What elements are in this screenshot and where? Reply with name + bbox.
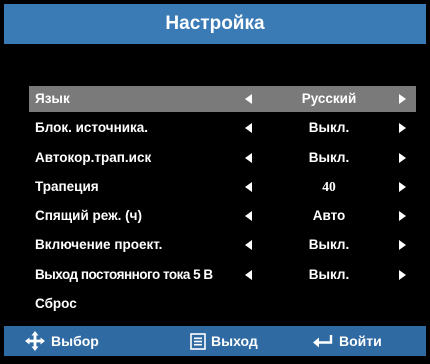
menu-item-keystone[interactable]: Трапеция 40 <box>29 174 416 200</box>
right-arrow-icon[interactable] <box>399 203 406 229</box>
footer-hints: Выбор Выход Войти <box>4 326 426 356</box>
left-arrow-icon[interactable] <box>245 203 252 229</box>
menu-title: Настройка <box>165 13 265 34</box>
menu-item-value: Выкл. <box>308 120 350 136</box>
menu-item-label: Язык <box>35 91 70 106</box>
right-arrow-icon[interactable] <box>399 174 406 200</box>
exit-hint-label: Выход <box>211 333 258 349</box>
left-arrow-icon[interactable] <box>245 174 252 200</box>
menu-item-reset[interactable]: Сброс <box>29 291 416 317</box>
menu-item-language[interactable]: Язык Русский <box>29 86 416 112</box>
exit-hint: Выход <box>190 326 258 356</box>
menu-item-label: Сброс <box>35 296 77 312</box>
menu-item-power-on[interactable]: Включение проект. Выкл. <box>29 232 416 258</box>
dpad-arrows-icon <box>25 331 45 351</box>
enter-hint-label: Войти <box>339 333 382 349</box>
menu-item-label: Спящий реж. (ч) <box>35 208 142 224</box>
settings-menu: Язык Русский Блок. источника. Выкл. Авто… <box>29 86 416 320</box>
menu-icon <box>190 332 206 350</box>
menu-item-value: Русский <box>301 91 357 106</box>
menu-item-label: Автокор.трап.иск <box>35 149 152 165</box>
menu-item-label: Выход постоянного тока 5 В <box>35 266 213 282</box>
settings-osd: Настройка Язык Русский Блок. источника. … <box>4 4 426 356</box>
menu-item-label: Включение проект. <box>35 237 163 253</box>
menu-item-value: Выкл. <box>308 149 350 165</box>
menu-item-source-lock[interactable]: Блок. источника. Выкл. <box>29 115 416 141</box>
menu-item-value: Выкл. <box>308 266 350 282</box>
menu-item-value: Выкл. <box>308 237 350 253</box>
menu-item-label: Трапеция <box>35 178 99 194</box>
left-arrow-icon[interactable] <box>245 232 252 258</box>
right-arrow-icon[interactable] <box>399 262 406 288</box>
menu-item-dc-out-5v[interactable]: Выход постоянного тока 5 В Выкл. <box>29 262 416 288</box>
left-arrow-icon[interactable] <box>245 262 252 288</box>
right-arrow-icon[interactable] <box>399 86 406 112</box>
enter-return-icon <box>313 335 333 348</box>
enter-hint: Войти <box>312 326 382 356</box>
left-arrow-icon[interactable] <box>245 86 252 112</box>
menu-item-value: 40 <box>322 178 336 194</box>
menu-header: Настройка <box>4 4 426 44</box>
right-arrow-icon[interactable] <box>399 232 406 258</box>
menu-item-label: Блок. источника. <box>35 120 149 136</box>
menu-item-sleep-mode[interactable]: Спящий реж. (ч) Авто <box>29 203 416 229</box>
select-hint-label: Выбор <box>51 333 99 349</box>
left-arrow-icon[interactable] <box>245 145 252 171</box>
right-arrow-icon[interactable] <box>399 115 406 141</box>
left-arrow-icon[interactable] <box>245 115 252 141</box>
select-hint: Выбор <box>24 326 99 356</box>
right-arrow-icon[interactable] <box>399 145 406 171</box>
menu-item-value: Авто <box>312 208 346 224</box>
menu-item-auto-keystone[interactable]: Автокор.трап.иск Выкл. <box>29 145 416 171</box>
